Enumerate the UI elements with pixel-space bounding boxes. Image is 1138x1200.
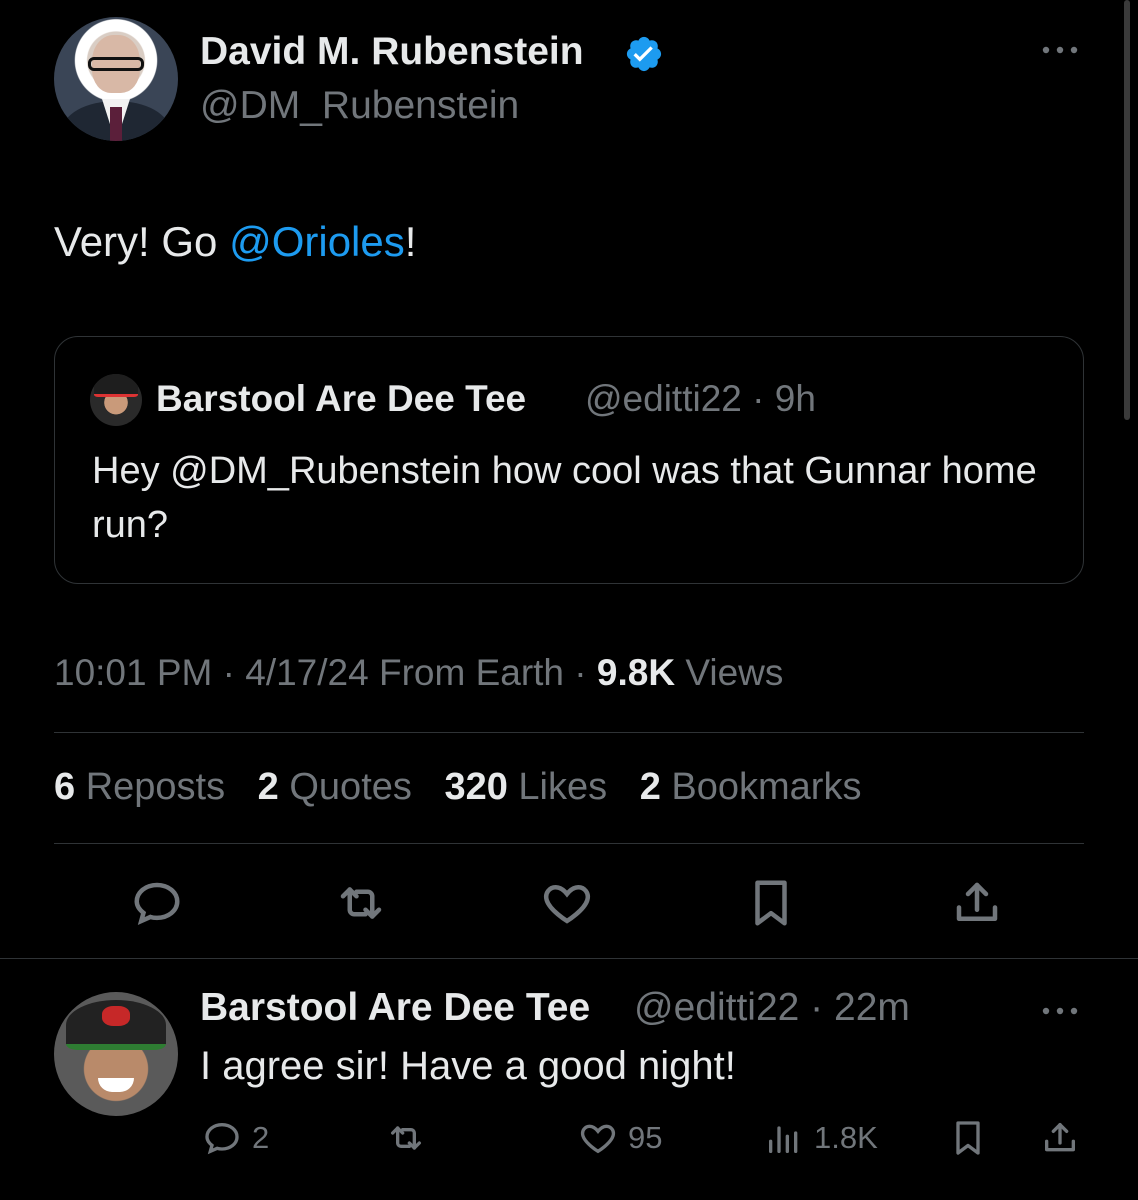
- divider: [54, 732, 1084, 733]
- reply-author-name[interactable]: Barstool Are Dee Tee: [200, 986, 590, 1030]
- tweet-text-part: Very! Go: [54, 218, 230, 265]
- like-icon[interactable]: [540, 876, 594, 930]
- bookmarks-label: Bookmarks: [660, 766, 862, 808]
- bookmarks-stat[interactable]: 2 Bookmarks: [640, 766, 862, 808]
- reposts-label: Reposts: [75, 766, 226, 808]
- reply-author-meta[interactable]: @editti22 · 22m: [634, 986, 910, 1030]
- bookmark-icon: [956, 1121, 980, 1155]
- reply-like-button[interactable]: 95: [578, 1116, 662, 1160]
- reply-repost-button[interactable]: [386, 1116, 426, 1160]
- bookmarks-count: 2: [639, 766, 661, 808]
- more-options-icon[interactable]: [1040, 42, 1080, 58]
- quotes-count: 2: [257, 766, 279, 808]
- timestamp-text: 10:01 PM · 4/17/24 From Earth ·: [54, 652, 597, 693]
- reply-icon[interactable]: [130, 876, 184, 930]
- quoted-author-meta: @editti22 · 9h: [585, 378, 816, 419]
- reposts-stat[interactable]: 6 Reposts: [54, 766, 225, 808]
- analytics-icon: [769, 1126, 798, 1153]
- view-count: 1.8K: [814, 1120, 878, 1155]
- likes-label: Likes: [507, 766, 608, 808]
- tweet-text-part: !: [404, 218, 417, 265]
- quoted-author-avatar: [90, 374, 142, 426]
- reply-author-avatar[interactable]: [54, 992, 178, 1116]
- author-avatar[interactable]: [54, 17, 178, 141]
- reply-bookmark-button[interactable]: [948, 1116, 988, 1160]
- reposts-count: 6: [54, 766, 76, 808]
- more-options-icon[interactable]: [1040, 1003, 1080, 1019]
- tweet-timestamp: 10:01 PM · 4/17/24 From Earth · 9.8K Vie…: [54, 652, 783, 694]
- repost-icon: [391, 1126, 421, 1150]
- mention-link[interactable]: @Orioles: [229, 218, 405, 265]
- bookmark-icon[interactable]: [744, 876, 798, 930]
- views-label: Views: [675, 652, 784, 693]
- share-icon: [1045, 1123, 1075, 1152]
- quoted-tweet-text: Hey @DM_Rubenstein how cool was that Gun…: [92, 450, 1037, 546]
- engagement-stats: 6 Reposts 2 Quotes 320 Likes 2 Bookmarks: [54, 766, 861, 809]
- quoted-author-name: Barstool Are Dee Tee: [156, 378, 527, 419]
- divider: [0, 958, 1138, 959]
- divider: [54, 843, 1084, 844]
- reply-text: I agree sir! Have a good night!: [200, 1044, 736, 1088]
- reply-views-button[interactable]: 1.8K: [764, 1116, 878, 1160]
- like-count: 95: [628, 1120, 663, 1155]
- verified-badge-icon: [624, 34, 664, 74]
- reply-icon: [205, 1122, 239, 1155]
- quotes-stat[interactable]: 2 Quotes: [258, 766, 412, 808]
- author-handle[interactable]: @DM_Rubenstein: [200, 84, 519, 128]
- share-icon[interactable]: [950, 876, 1004, 930]
- likes-count: 320: [444, 766, 508, 808]
- reply-share-button[interactable]: [1040, 1116, 1080, 1160]
- like-icon: [580, 1124, 616, 1154]
- likes-stat[interactable]: 320 Likes: [444, 766, 607, 808]
- quotes-label: Quotes: [278, 766, 412, 808]
- reply-reply-button[interactable]: 2: [202, 1116, 269, 1160]
- views-count: 9.8K: [596, 652, 676, 693]
- scrollbar[interactable]: [1124, 0, 1130, 420]
- tweet-text: Very! Go @Orioles!: [54, 218, 416, 266]
- repost-icon[interactable]: [334, 876, 388, 930]
- reply-count: 2: [252, 1120, 270, 1155]
- author-name[interactable]: David M. Rubenstein: [200, 30, 584, 74]
